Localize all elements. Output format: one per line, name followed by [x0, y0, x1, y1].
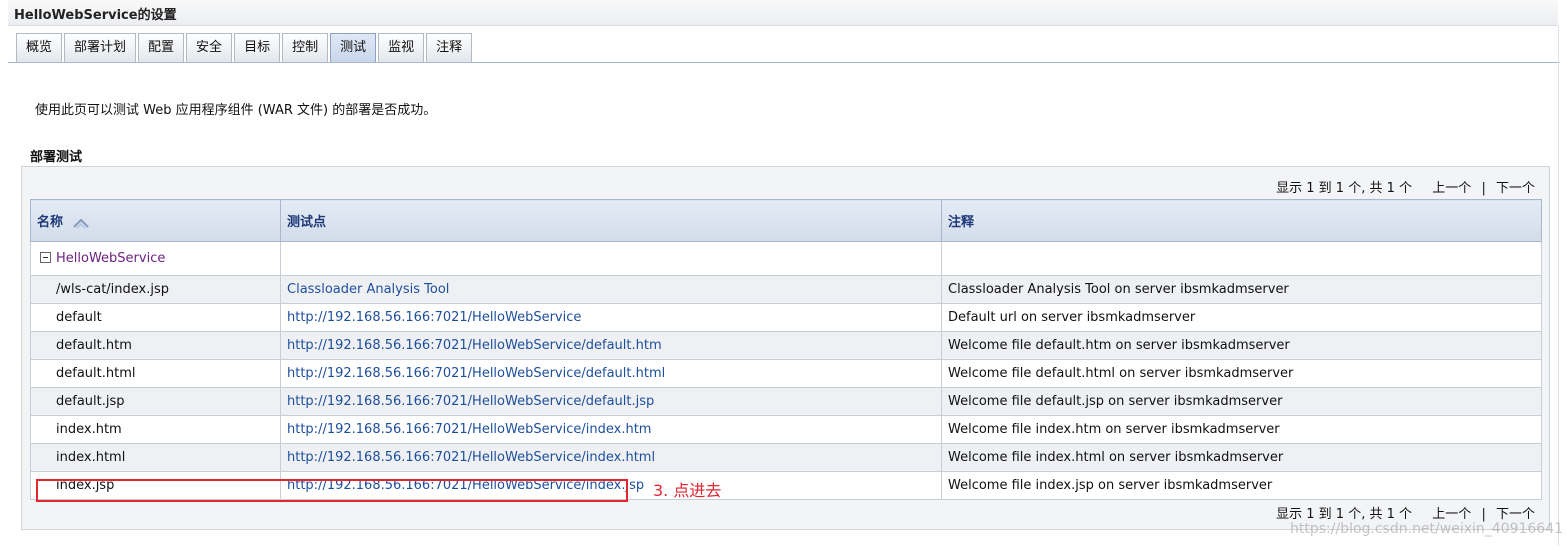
pager-next-link[interactable]: 下一个	[1496, 507, 1535, 522]
column-header-test-point[interactable]: 测试点	[280, 199, 942, 242]
row-test-point-cell: http://192.168.56.166:7021/HelloWebServi…	[280, 303, 942, 332]
table-row: default.html http://192.168.56.166:7021/…	[30, 359, 1542, 388]
pager-prev-link[interactable]: 上一个	[1432, 181, 1471, 196]
settings-page: HelloWebService的设置 概览 部署计划 配置 安全 目标 控制 测…	[0, 0, 1566, 550]
content-right-border	[1558, 26, 1559, 546]
table-row: default http://192.168.56.166:7021/Hello…	[30, 303, 1542, 332]
row-comment: Welcome file default.html on server ibsm…	[941, 359, 1542, 388]
tab-divider	[8, 62, 1560, 63]
table-row: index.jsp http://192.168.56.166:7021/Hel…	[30, 471, 1542, 500]
row-test-point-cell: http://192.168.56.166:7021/HelloWebServi…	[280, 331, 942, 360]
table-row: default.jsp http://192.168.56.166:7021/H…	[30, 387, 1542, 416]
row-name: default.jsp	[30, 387, 281, 416]
tab-monitoring[interactable]: 监视	[378, 33, 425, 62]
row-test-point-cell: http://192.168.56.166:7021/HelloWebServi…	[280, 387, 942, 416]
table-row: index.htm http://192.168.56.166:7021/Hel…	[30, 415, 1542, 444]
intro-text: 使用此页可以测试 Web 应用程序组件 (WAR 文件) 的部署是否成功。	[35, 103, 437, 118]
tab-control[interactable]: 控制	[282, 33, 329, 62]
group-empty-cell	[941, 241, 1542, 276]
test-point-link[interactable]: http://192.168.56.166:7021/HelloWebServi…	[287, 394, 654, 409]
row-comment: Welcome file default.htm on server ibsmk…	[941, 331, 1542, 360]
pager-separator: |	[1481, 181, 1486, 196]
row-comment: Welcome file index.html on server ibsmka…	[941, 443, 1542, 472]
tab-testing[interactable]: 测试	[330, 33, 377, 62]
row-test-point-cell: http://192.168.56.166:7021/HelloWebServi…	[280, 443, 942, 472]
table-group-row: HelloWebService	[30, 241, 1542, 276]
deployment-tests-table: 名称 测试点 注释 HelloWebService /wls-cat/index…	[30, 199, 1542, 500]
row-name: index.html	[30, 443, 281, 472]
row-test-point-cell: http://192.168.56.166:7021/HelloWebServi…	[280, 359, 942, 388]
row-name: index.htm	[30, 415, 281, 444]
pager-top: 显示 1 到 1 个, 共 1 个 上一个 | 下一个	[1276, 177, 1535, 196]
pager-bottom: 显示 1 到 1 个, 共 1 个 上一个 | 下一个	[1276, 503, 1535, 522]
tab-bar: 概览 部署计划 配置 安全 目标 控制 测试 监视 注释	[16, 33, 474, 63]
sort-ascending-icon[interactable]	[72, 217, 90, 229]
row-name: default.htm	[30, 331, 281, 360]
deployment-tests-panel: 显示 1 到 1 个, 共 1 个 上一个 | 下一个 名称 测试点 注释 He…	[21, 166, 1550, 530]
test-point-link[interactable]: http://192.168.56.166:7021/HelloWebServi…	[287, 422, 651, 437]
row-comment: Welcome file index.htm on server ibsmkad…	[941, 415, 1542, 444]
group-empty-cell	[280, 241, 942, 276]
table-row: index.html http://192.168.56.166:7021/He…	[30, 443, 1542, 472]
test-point-link[interactable]: http://192.168.56.166:7021/HelloWebServi…	[287, 366, 665, 381]
watermark: https://blog.csdn.net/weixin_40916641	[1290, 521, 1564, 537]
row-comment: Welcome file index.jsp on server ibsmkad…	[941, 471, 1542, 500]
pager-summary: 显示 1 到 1 个, 共 1 个	[1276, 181, 1413, 196]
tab-security[interactable]: 安全	[186, 33, 233, 62]
test-point-link[interactable]: http://192.168.56.166:7021/HelloWebServi…	[287, 338, 662, 353]
row-name: /wls-cat/index.jsp	[30, 275, 281, 304]
row-test-point-cell: http://192.168.56.166:7021/HelloWebServi…	[280, 471, 942, 500]
pager-prev-link[interactable]: 上一个	[1432, 507, 1471, 522]
row-comment: Default url on server ibsmkadmserver	[941, 303, 1542, 332]
tab-notes[interactable]: 注释	[426, 33, 473, 62]
row-test-point-cell: Classloader Analysis Tool	[280, 275, 942, 304]
row-test-point-cell: http://192.168.56.166:7021/HelloWebServi…	[280, 415, 942, 444]
column-header-name[interactable]: 名称	[30, 199, 281, 242]
section-title: 部署测试	[30, 150, 83, 165]
tab-targets[interactable]: 目标	[234, 33, 281, 62]
test-point-link[interactable]: http://192.168.56.166:7021/HelloWebServi…	[287, 478, 644, 493]
test-point-link[interactable]: Classloader Analysis Tool	[287, 282, 449, 297]
table-row: default.htm http://192.168.56.166:7021/H…	[30, 331, 1542, 360]
group-cell: HelloWebService	[30, 241, 281, 276]
row-name: index.jsp	[30, 471, 281, 500]
pager-next-link[interactable]: 下一个	[1496, 181, 1535, 196]
collapse-icon[interactable]	[40, 252, 51, 263]
group-name-link[interactable]: HelloWebService	[56, 251, 165, 266]
pager-separator: |	[1481, 507, 1486, 522]
test-point-link[interactable]: http://192.168.56.166:7021/HelloWebServi…	[287, 450, 655, 465]
row-comment: Welcome file default.jsp on server ibsmk…	[941, 387, 1542, 416]
table-header-row: 名称 测试点 注释	[30, 199, 1542, 242]
row-name: default	[30, 303, 281, 332]
row-comment: Classloader Analysis Tool on server ibsm…	[941, 275, 1542, 304]
table-row: /wls-cat/index.jsp Classloader Analysis …	[30, 275, 1542, 304]
row-name: default.html	[30, 359, 281, 388]
tab-configuration[interactable]: 配置	[138, 33, 185, 62]
test-point-link[interactable]: http://192.168.56.166:7021/HelloWebServi…	[287, 310, 581, 325]
tab-overview[interactable]: 概览	[16, 33, 63, 62]
title-bar: HelloWebService的设置	[8, 0, 1558, 26]
column-header-comment[interactable]: 注释	[941, 199, 1542, 242]
annotation-text: 3. 点进去	[653, 481, 722, 500]
page-title: HelloWebService的设置	[14, 8, 177, 23]
column-header-name-label: 名称	[37, 215, 64, 230]
pager-summary: 显示 1 到 1 个, 共 1 个	[1276, 507, 1413, 522]
tab-deployment-plan[interactable]: 部署计划	[64, 33, 137, 62]
